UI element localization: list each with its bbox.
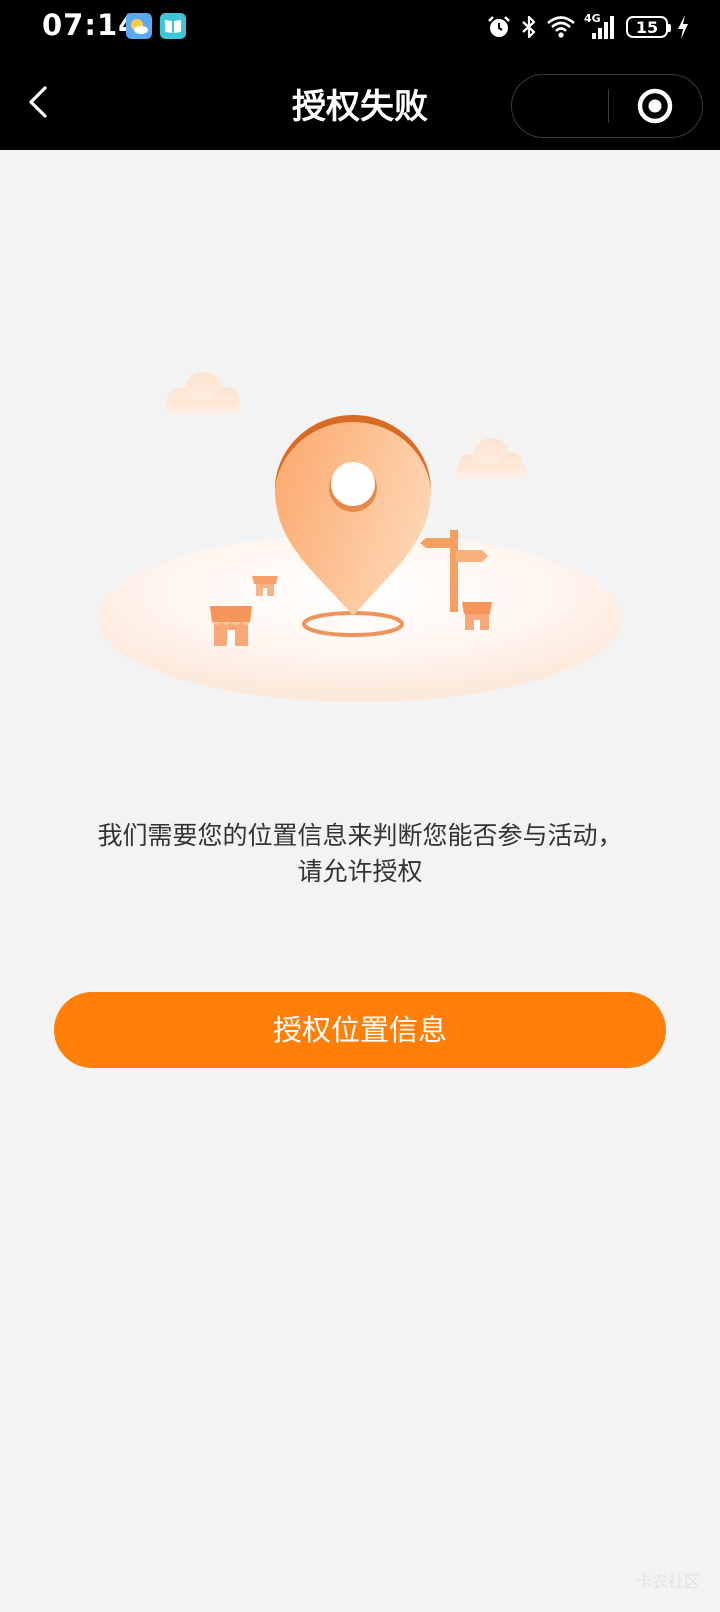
close-target-icon [637,88,673,124]
battery-icon: 15 [626,16,671,38]
back-icon [29,86,47,118]
charging-icon [678,15,688,39]
cloud-left-icon [166,372,240,416]
permission-message: 我们需要您的位置信息来判断您能否参与活动， 请允许授权 [97,821,623,886]
reader-icon [160,13,186,39]
authorize-location-button[interactable]: 授权位置信息 [54,992,666,1068]
status-icons: 4G 15 [486,12,690,42]
shop-left-icon [210,606,252,646]
capsule-menu [511,74,703,138]
location-illustration [98,372,622,702]
back-button[interactable] [22,84,56,120]
close-mini-program-button[interactable] [609,75,703,137]
cloud-right-icon [457,438,527,478]
nav-bar: 授权失败 [0,54,720,150]
alarm-icon [488,16,510,37]
wifi-icon [547,16,575,38]
weather-icon [126,13,152,39]
bluetooth-icon [522,15,536,39]
signal-icon: 4G [584,13,618,41]
status-time: 07:14 [42,8,140,42]
watermark: 卡农社区 [635,1572,700,1591]
more-button[interactable] [512,75,608,137]
status-bar: 07:14 4G 15 [0,0,720,54]
shop-right-icon [462,602,492,630]
